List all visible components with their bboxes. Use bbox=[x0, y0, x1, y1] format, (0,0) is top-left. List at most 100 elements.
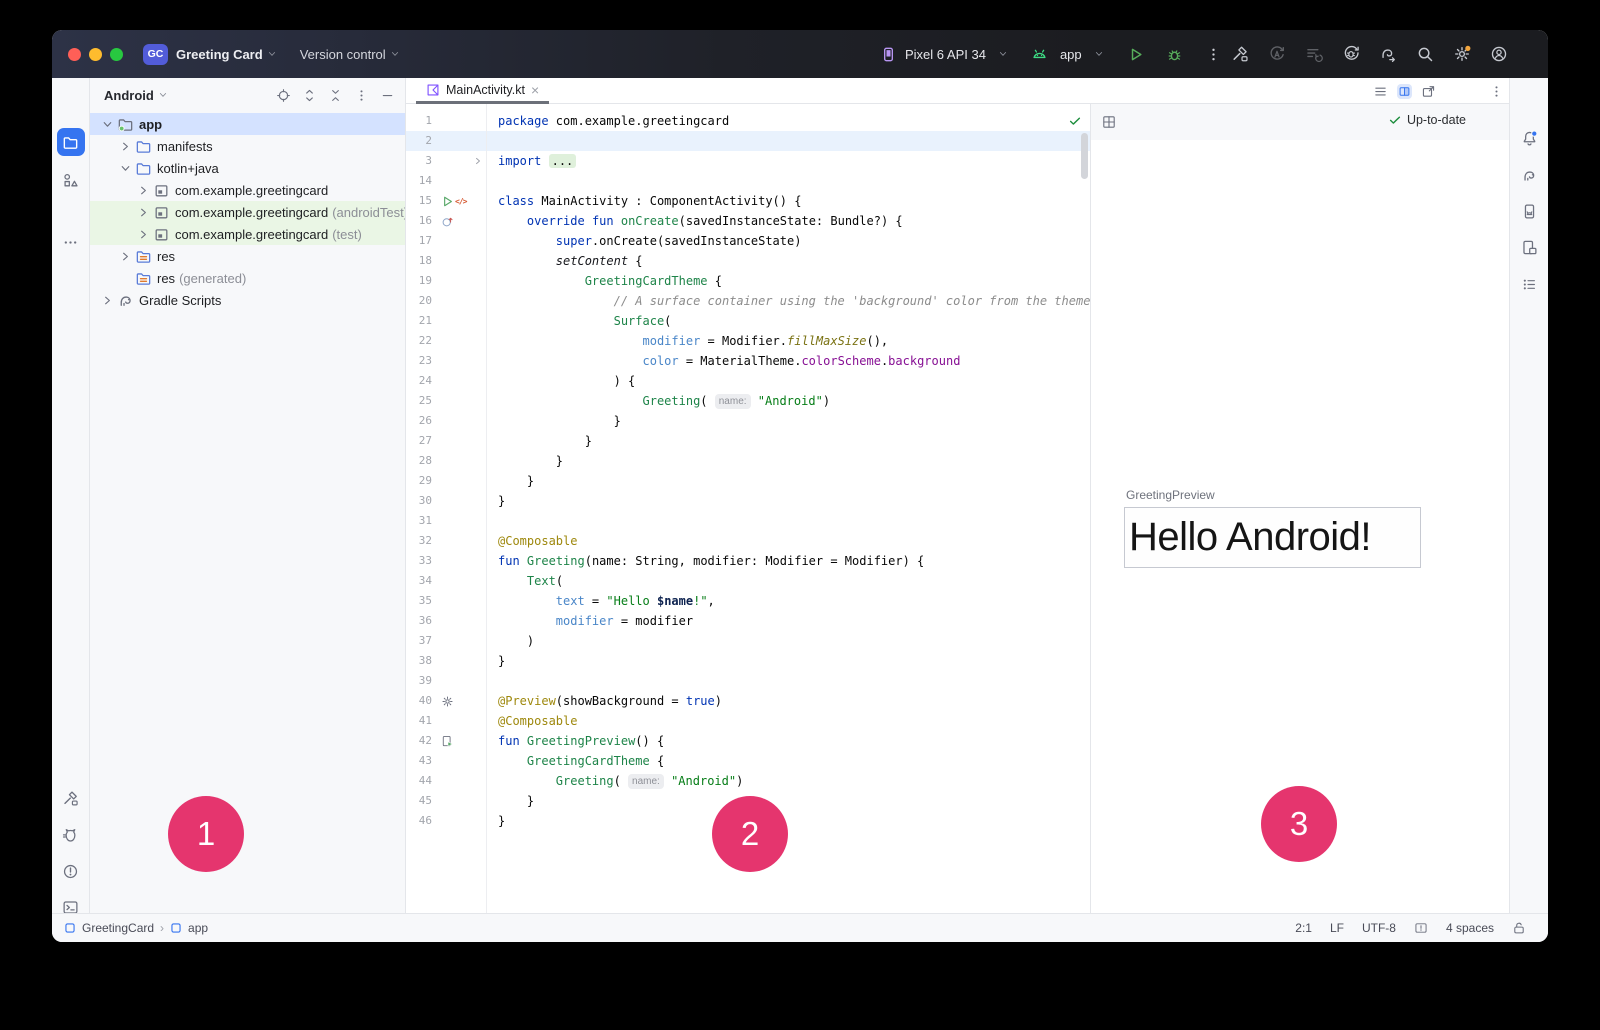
more-actions-kebab-icon[interactable] bbox=[1205, 46, 1222, 63]
editor-split-icon[interactable] bbox=[1397, 84, 1412, 99]
device-selector[interactable]: Pixel 6 API 34 bbox=[905, 47, 986, 62]
code-line-18[interactable]: 18 setContent { bbox=[406, 251, 1090, 271]
editor-list-icon[interactable] bbox=[1373, 84, 1388, 99]
tree-item-com-example-greetingcard[interactable]: com.example.greetingcard(androidTest) bbox=[90, 201, 405, 223]
chevron-down-icon[interactable] bbox=[157, 89, 169, 101]
tree-item-Gradle-Scripts[interactable]: Gradle Scripts bbox=[90, 289, 405, 311]
tree-item-com-example-greetingcard[interactable]: com.example.greetingcard bbox=[90, 179, 405, 201]
sync-bug-icon[interactable] bbox=[1342, 45, 1360, 63]
tool-button-notifications-bell-icon[interactable] bbox=[1515, 124, 1543, 152]
preview-run-icon[interactable] bbox=[441, 735, 454, 748]
tool-button-more-horizontal-icon[interactable] bbox=[57, 228, 85, 256]
override-icon[interactable] bbox=[441, 215, 454, 228]
chevron-right-icon[interactable] bbox=[136, 205, 151, 220]
code-line-35[interactable]: 35 text = "Hello $name!", bbox=[406, 591, 1090, 611]
fold-chevron-icon[interactable] bbox=[472, 155, 484, 167]
editor-float-icon[interactable] bbox=[1421, 84, 1436, 99]
account-avatar-icon[interactable] bbox=[1490, 45, 1508, 63]
settings-gear-icon[interactable] bbox=[1453, 45, 1471, 63]
code-line-15[interactable]: 15</>class MainActivity : ComponentActiv… bbox=[406, 191, 1090, 211]
code-line-31[interactable]: 31 bbox=[406, 511, 1090, 531]
unlocked-padlock-icon[interactable] bbox=[1512, 921, 1526, 935]
code-line-43[interactable]: 43 GreetingCardTheme { bbox=[406, 751, 1090, 771]
tab-mainactivity[interactable]: MainActivity.kt × bbox=[416, 78, 549, 104]
code-area[interactable]: 1package com.example.greetingcard23impor… bbox=[406, 104, 1090, 913]
code-line-26[interactable]: 26 } bbox=[406, 411, 1090, 431]
code-line-39[interactable]: 39 bbox=[406, 671, 1090, 691]
code-line-32[interactable]: 32@Composable bbox=[406, 531, 1090, 551]
code-line-22[interactable]: 22 modifier = Modifier.fillMaxSize(), bbox=[406, 331, 1090, 351]
code-tag-icon[interactable]: </> bbox=[455, 195, 468, 208]
tool-button-gradle-elephant-icon[interactable] bbox=[1515, 161, 1543, 189]
locate-file-icon[interactable] bbox=[276, 88, 291, 103]
expand-all-icon[interactable] bbox=[302, 88, 317, 103]
gradle-sync-icon[interactable] bbox=[1379, 45, 1397, 63]
code-line-16[interactable]: 16 override fun onCreate(savedInstanceSt… bbox=[406, 211, 1090, 231]
build-analyzer-icon[interactable] bbox=[1305, 45, 1323, 63]
code-line-36[interactable]: 36 modifier = modifier bbox=[406, 611, 1090, 631]
code-line-29[interactable]: 29 } bbox=[406, 471, 1090, 491]
tree-item-res[interactable]: res bbox=[90, 245, 405, 267]
run-configuration[interactable]: app bbox=[1060, 47, 1082, 62]
profiler-icon[interactable] bbox=[1268, 45, 1286, 63]
chevron-down-icon[interactable] bbox=[997, 48, 1009, 60]
project-name[interactable]: Greeting Card bbox=[176, 47, 263, 62]
close-tab-icon[interactable]: × bbox=[531, 83, 539, 97]
code-editor[interactable]: 1package com.example.greetingcard23impor… bbox=[406, 104, 1090, 913]
breadcrumb-project[interactable]: GreetingCard bbox=[82, 921, 154, 935]
code-line-40[interactable]: 40@Preview(showBackground = true) bbox=[406, 691, 1090, 711]
tool-button-problems-icon[interactable] bbox=[57, 857, 85, 885]
code-line-28[interactable]: 28 } bbox=[406, 451, 1090, 471]
gear-icon[interactable] bbox=[441, 695, 454, 708]
chevron-right-icon[interactable] bbox=[118, 249, 133, 264]
build-hammer-icon[interactable] bbox=[1231, 45, 1249, 63]
project-view-selector[interactable]: Android bbox=[104, 88, 154, 103]
code-line-37[interactable]: 37 ) bbox=[406, 631, 1090, 651]
minimize-window-button[interactable] bbox=[89, 48, 102, 61]
tree-item-manifests[interactable]: manifests bbox=[90, 135, 405, 157]
tool-button-build-hammer-icon[interactable] bbox=[57, 784, 85, 812]
run-button[interactable] bbox=[1127, 46, 1144, 63]
inspections-ok-check-icon[interactable] bbox=[1068, 114, 1082, 128]
code-line-23[interactable]: 23 color = MaterialTheme.colorScheme.bac… bbox=[406, 351, 1090, 371]
code-line-27[interactable]: 27 } bbox=[406, 431, 1090, 451]
search-icon[interactable] bbox=[1416, 45, 1434, 63]
vcs-button[interactable]: Version control bbox=[300, 47, 386, 62]
code-line-33[interactable]: 33fun Greeting(name: String, modifier: M… bbox=[406, 551, 1090, 571]
caret-position[interactable]: 2:1 bbox=[1295, 921, 1312, 935]
tool-button-bullet-list-icon[interactable] bbox=[1515, 270, 1543, 298]
tree-item-com-example-greetingcard[interactable]: com.example.greetingcard(test) bbox=[90, 223, 405, 245]
chevron-down-icon[interactable] bbox=[266, 48, 278, 60]
tree-item-res[interactable]: res(generated) bbox=[90, 267, 405, 289]
editor-kebab-icon[interactable] bbox=[1489, 84, 1504, 99]
tool-button-logcat-cat-icon[interactable] bbox=[57, 821, 85, 849]
chevron-down-icon[interactable] bbox=[100, 117, 115, 132]
code-line-38[interactable]: 38} bbox=[406, 651, 1090, 671]
chevron-right-icon[interactable] bbox=[100, 293, 115, 308]
code-line-3[interactable]: 3import ... bbox=[406, 151, 1090, 171]
chevron-right-icon[interactable] bbox=[118, 139, 133, 154]
code-line-20[interactable]: 20 // A surface container using the 'bac… bbox=[406, 291, 1090, 311]
code-line-34[interactable]: 34 Text( bbox=[406, 571, 1090, 591]
code-line-1[interactable]: 1package com.example.greetingcard bbox=[406, 111, 1090, 131]
preview-layout-grid-icon[interactable] bbox=[1101, 114, 1117, 130]
preview-composable-label[interactable]: GreetingPreview bbox=[1126, 488, 1215, 502]
code-line-21[interactable]: 21 Surface( bbox=[406, 311, 1090, 331]
code-line-17[interactable]: 17 super.onCreate(savedInstanceState) bbox=[406, 231, 1090, 251]
chevron-down-icon[interactable] bbox=[1093, 48, 1105, 60]
tool-button-project-folder-icon[interactable] bbox=[57, 128, 85, 156]
chevron-right-icon[interactable] bbox=[136, 183, 151, 198]
tool-button-resource-manager-icon[interactable] bbox=[57, 166, 85, 194]
indent-style[interactable]: 4 spaces bbox=[1446, 921, 1494, 935]
collapse-all-icon[interactable] bbox=[328, 88, 343, 103]
code-line-25[interactable]: 25 Greeting( name: "Android") bbox=[406, 391, 1090, 411]
tool-button-running-devices-icon[interactable] bbox=[1515, 233, 1543, 261]
chevron-right-icon[interactable] bbox=[136, 227, 151, 242]
chevron-down-icon[interactable] bbox=[118, 161, 133, 176]
editor-scrollbar[interactable] bbox=[1081, 133, 1088, 179]
debug-button[interactable] bbox=[1166, 46, 1183, 63]
run-triangle-icon[interactable] bbox=[441, 195, 454, 208]
chevron-down-icon[interactable] bbox=[389, 48, 401, 60]
close-window-button[interactable] bbox=[68, 48, 81, 61]
hide-panel-icon[interactable] bbox=[380, 88, 395, 103]
